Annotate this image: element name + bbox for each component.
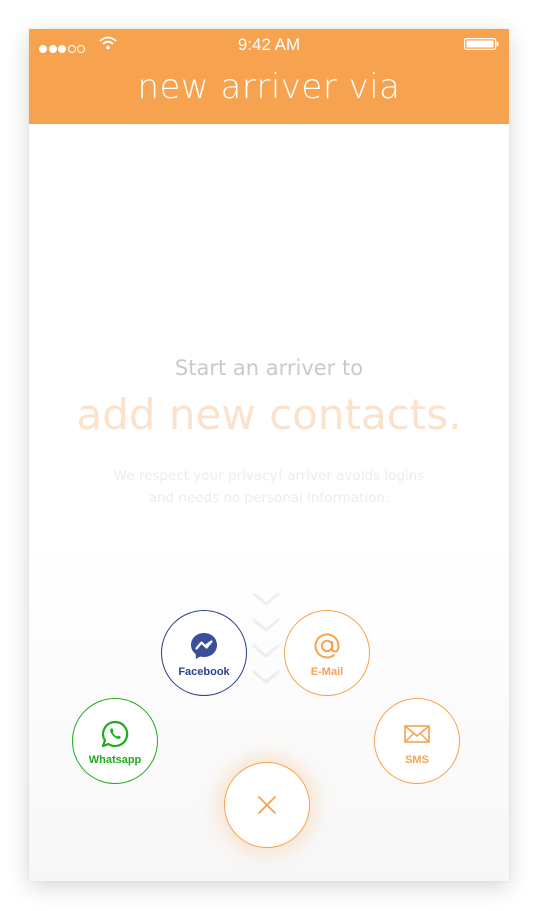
intro-text: Start an arriver to [174,356,364,380]
chevron-down-icon [252,592,280,684]
whatsapp-button[interactable]: Whatsapp [72,698,158,784]
messenger-icon [191,633,217,659]
headline-text: add new contacts. [76,390,462,439]
email-label: E-Mail [310,666,344,678]
app-header: 9:42 AM new arriver via [29,29,509,124]
envelope-icon [404,725,430,743]
status-time: 9:42 AM [237,35,301,54]
sms-button[interactable]: SMS [374,698,460,784]
close-icon [258,796,276,814]
privacy-line: and needs no personal information. [148,490,390,506]
phone-frame: 9:42 AM new arriver via Start an arriver… [29,29,509,881]
status-bar: 9:42 AM [29,29,509,57]
main-content: Start an arriver to add new contacts. We… [29,124,509,881]
battery-icon [464,38,499,50]
email-button[interactable]: E-Mail [284,610,370,696]
facebook-button[interactable]: Facebook [161,610,247,696]
privacy-note: We respect your privacy! arriver avoids … [89,465,449,509]
privacy-line: We respect your privacy! arriver avoids … [113,468,425,484]
page-title: new arriver via [137,67,401,107]
facebook-label: Facebook [178,666,230,678]
whatsapp-label: Whatsapp [88,754,142,766]
sms-label: SMS [405,754,429,766]
close-button[interactable] [224,762,310,848]
at-icon [314,633,340,659]
whatsapp-icon [101,720,129,748]
